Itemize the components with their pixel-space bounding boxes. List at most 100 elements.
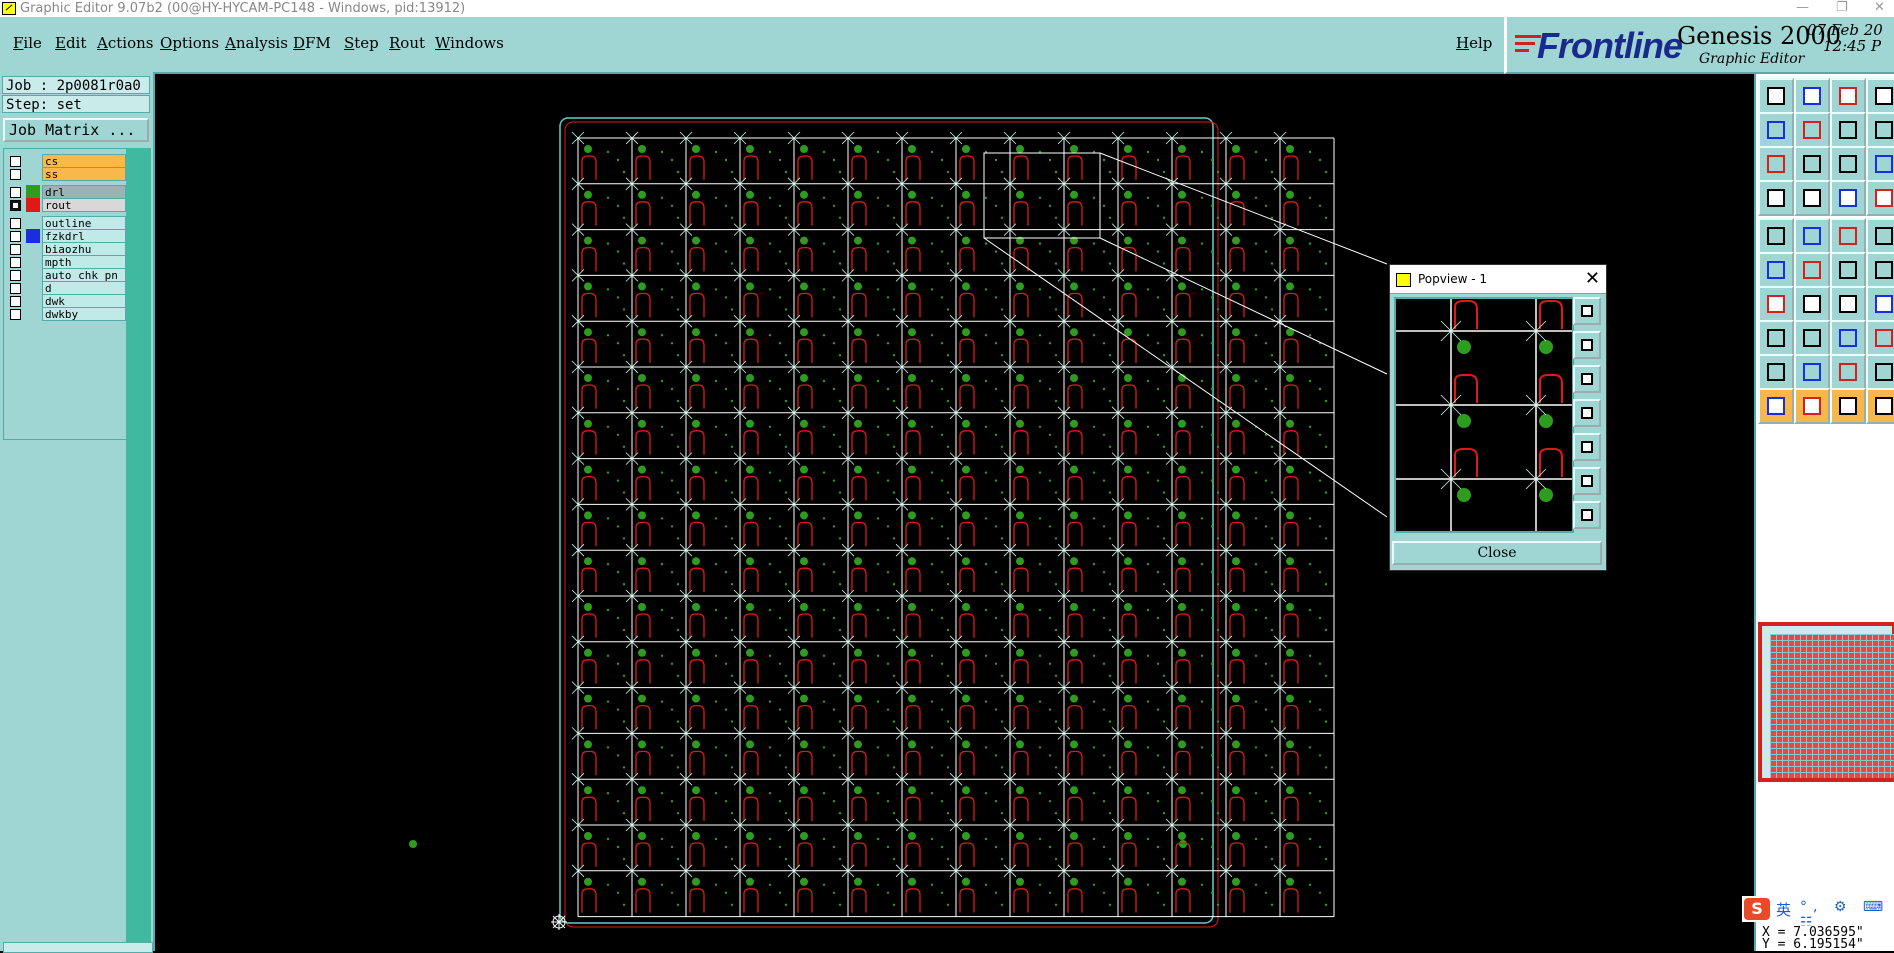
layer-name[interactable]: dwk — [42, 294, 126, 308]
layer-row-mpth[interactable]: mpth — [6, 255, 126, 269]
layer-name[interactable]: drl — [42, 185, 126, 199]
tool-button-r6-c1[interactable] — [1794, 286, 1830, 322]
restore-button[interactable]: ❐ — [1836, 0, 1848, 15]
menu-rout[interactable]: Rout — [389, 34, 425, 52]
layer-color-swatch[interactable] — [26, 242, 40, 256]
layer-name[interactable]: fzkdrl — [42, 229, 126, 243]
layer-checkbox[interactable] — [10, 257, 21, 268]
tool-button-r3-c0[interactable] — [1758, 180, 1794, 216]
menu-windows[interactable]: Windows — [435, 34, 504, 52]
layer-color-swatch[interactable] — [26, 185, 40, 199]
tool-button-r4-c2[interactable] — [1830, 218, 1866, 254]
tool-button-r1-c2[interactable] — [1830, 112, 1866, 148]
layer-checkbox[interactable] — [10, 156, 21, 167]
layer-color-swatch[interactable] — [26, 281, 40, 295]
tool-button-r0-c0[interactable] — [1758, 78, 1794, 114]
layer-checkbox[interactable] — [10, 296, 21, 307]
tool-button-r0-c3[interactable] — [1866, 78, 1894, 114]
layer-color-swatch[interactable] — [26, 167, 40, 181]
tool-button-r6-c3[interactable] — [1866, 286, 1894, 322]
menu-help[interactable]: Help — [1456, 34, 1492, 52]
layer-name[interactable]: ss — [42, 167, 126, 181]
tool-button-r7-c2[interactable] — [1830, 320, 1866, 356]
menu-edit[interactable]: Edit — [55, 34, 86, 52]
tool-button-r2-c1[interactable] — [1794, 146, 1830, 182]
layer-checkbox[interactable] — [10, 283, 21, 294]
popview-tool-center[interactable] — [1573, 501, 1601, 529]
tool-button-r5-c2[interactable] — [1830, 252, 1866, 288]
popview-tool-fit[interactable] — [1573, 467, 1601, 495]
tool-button-r3-c1[interactable] — [1794, 180, 1830, 216]
layer-checkbox[interactable] — [10, 231, 21, 242]
popview-close-icon[interactable]: ✕ — [1585, 268, 1600, 289]
layer-name[interactable]: biaozhu — [42, 242, 126, 256]
menu-step[interactable]: Step — [344, 34, 379, 52]
layer-color-swatch[interactable] — [26, 268, 40, 282]
tool-button-r4-c3[interactable] — [1866, 218, 1894, 254]
menu-options[interactable]: Options — [160, 34, 219, 52]
job-matrix-button[interactable]: Job Matrix ... — [3, 118, 149, 142]
popview-tool-zoom-home[interactable] — [1573, 297, 1601, 325]
popview-tool-zoom-in[interactable] — [1573, 331, 1601, 359]
layer-row-auto-chk-pn[interactable]: auto_chk_pn — [6, 268, 126, 282]
layer-color-swatch[interactable] — [26, 229, 40, 243]
tool-button-r5-c1[interactable] — [1794, 252, 1830, 288]
popview-tool-zoom-out[interactable] — [1573, 365, 1601, 393]
tool-button-r9-c2[interactable] — [1830, 388, 1866, 424]
tool-button-r8-c2[interactable] — [1830, 354, 1866, 390]
ime-toolbar[interactable]: S 英 °, ⚙ ⌨ ☷ — [1742, 896, 1894, 931]
tool-button-r3-c2[interactable] — [1830, 180, 1866, 216]
layer-name[interactable]: mpth — [42, 255, 126, 269]
layer-name[interactable]: auto_chk_pn — [42, 268, 126, 282]
tool-button-r7-c0[interactable] — [1758, 320, 1794, 356]
layer-checkbox[interactable] — [10, 169, 21, 180]
tool-button-r6-c2[interactable] — [1830, 286, 1866, 322]
tool-button-r0-c2[interactable] — [1830, 78, 1866, 114]
ime-language[interactable]: 英 — [1776, 899, 1791, 920]
tool-button-r2-c2[interactable] — [1830, 146, 1866, 182]
layer-row-outline[interactable]: outline — [6, 216, 126, 230]
tool-button-r0-c1[interactable] — [1794, 78, 1830, 114]
layer-checkbox[interactable] — [10, 244, 21, 255]
layer-panel-scroll-area[interactable] — [126, 148, 151, 951]
popview-canvas[interactable] — [1394, 297, 1574, 533]
tool-button-r2-c0[interactable] — [1758, 146, 1794, 182]
layer-color-swatch[interactable] — [26, 255, 40, 269]
layer-name[interactable]: d — [42, 281, 126, 295]
layer-checkbox[interactable] — [10, 309, 21, 320]
layer-row-rout[interactable]: rout — [6, 198, 126, 212]
layer-name[interactable]: cs — [42, 154, 126, 168]
layer-checkbox[interactable] — [10, 270, 21, 281]
tool-button-r9-c3[interactable] — [1866, 388, 1894, 424]
layer-color-swatch[interactable] — [26, 216, 40, 230]
layer-row-ss[interactable]: ss — [6, 167, 126, 181]
layer-color-swatch[interactable] — [26, 294, 40, 308]
layer-row-dwk[interactable]: dwk — [6, 294, 126, 308]
tool-button-r1-c0[interactable] — [1758, 112, 1794, 148]
tool-button-r8-c0[interactable] — [1758, 354, 1794, 390]
tool-button-r6-c0[interactable] — [1758, 286, 1794, 322]
menu-actions[interactable]: Actions — [97, 34, 153, 52]
overview-map[interactable] — [1758, 622, 1894, 782]
layer-color-swatch[interactable] — [26, 198, 40, 212]
menu-file[interactable]: File — [13, 34, 42, 52]
tool-button-r4-c0[interactable] — [1758, 218, 1794, 254]
minimize-button[interactable]: — — [1796, 0, 1809, 15]
popview-tool-pan-left[interactable] — [1573, 399, 1601, 427]
tool-button-r8-c3[interactable] — [1866, 354, 1894, 390]
layer-row-cs[interactable]: cs — [6, 154, 126, 168]
popview-close-button[interactable]: Close — [1392, 541, 1602, 565]
layer-row-dwkby[interactable]: dwkby — [6, 307, 126, 321]
close-window-button[interactable]: ✕ — [1874, 0, 1885, 15]
layer-row-fzkdrl[interactable]: fzkdrl — [6, 229, 126, 243]
menu-analysis[interactable]: Analysis — [225, 34, 288, 52]
layer-color-swatch[interactable] — [26, 154, 40, 168]
tool-button-r7-c3[interactable] — [1866, 320, 1894, 356]
tool-button-r5-c3[interactable] — [1866, 252, 1894, 288]
layer-row-drl[interactable]: drl — [6, 185, 126, 199]
tool-button-r4-c1[interactable] — [1794, 218, 1830, 254]
layer-name[interactable]: outline — [42, 216, 126, 230]
tool-button-r8-c1[interactable] — [1794, 354, 1830, 390]
tool-button-r1-c1[interactable] — [1794, 112, 1830, 148]
layer-color-swatch[interactable] — [26, 307, 40, 321]
